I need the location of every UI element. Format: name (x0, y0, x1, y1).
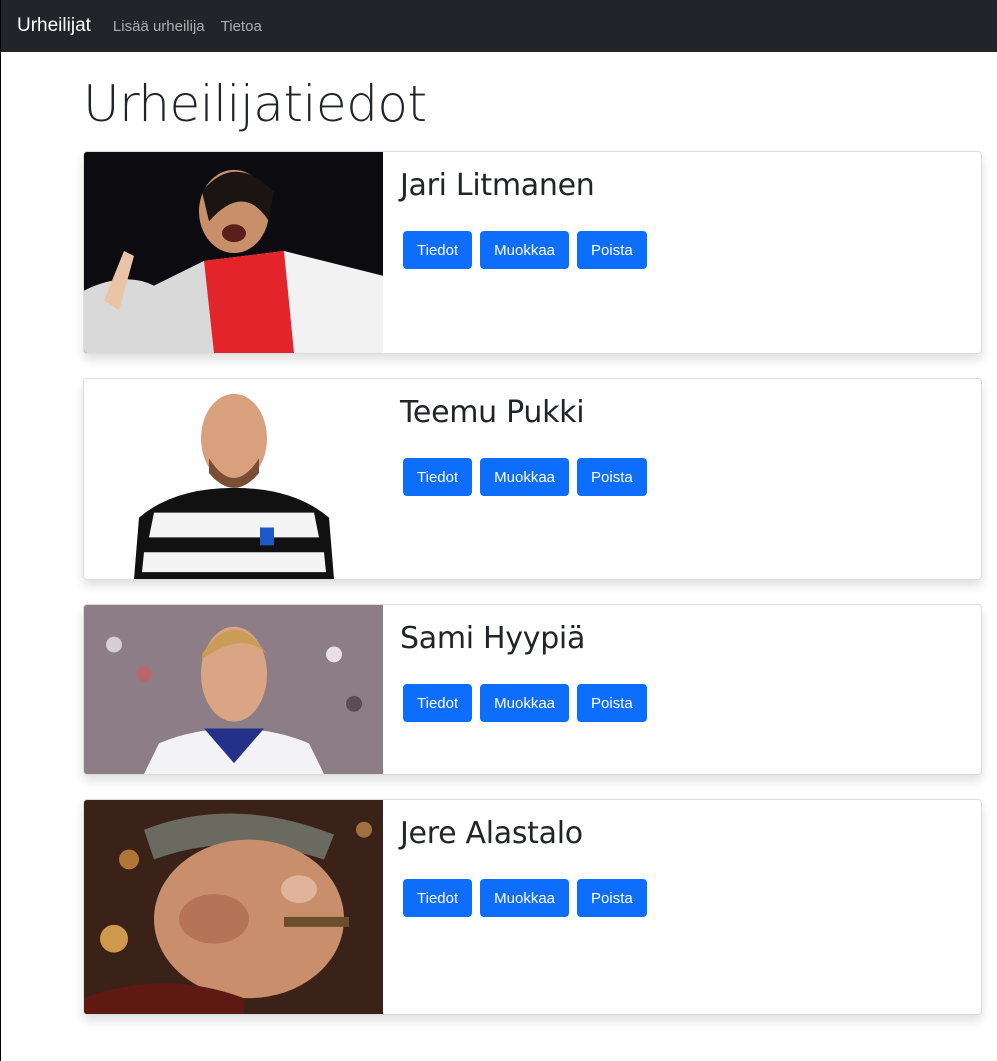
delete-button[interactable]: Poista (577, 684, 647, 722)
delete-button[interactable]: Poista (577, 879, 647, 917)
details-button[interactable]: Tiedot (403, 684, 473, 722)
nav-link-about[interactable]: Tietoa (221, 18, 262, 35)
details-button[interactable]: Tiedot (403, 231, 473, 269)
athlete-photo (84, 605, 383, 774)
athlete-card: Sami Hyypiä Tiedot Muokkaa Poista (83, 604, 982, 775)
athlete-actions: Tiedot Muokkaa Poista (403, 684, 647, 722)
top-navbar: Urheilijat Lisää urheilija Tietoa (1, 0, 997, 52)
edit-button[interactable]: Muokkaa (480, 458, 570, 496)
athlete-actions: Tiedot Muokkaa Poista (403, 458, 647, 496)
edit-button[interactable]: Muokkaa (480, 684, 570, 722)
athlete-card: Jari Litmanen Tiedot Muokkaa Poista (83, 151, 982, 354)
athlete-photo (84, 800, 383, 1014)
details-button[interactable]: Tiedot (403, 879, 473, 917)
delete-button[interactable]: Poista (577, 231, 647, 269)
edit-button[interactable]: Muokkaa (480, 879, 570, 917)
edit-button[interactable]: Muokkaa (480, 231, 570, 269)
athlete-photo (84, 379, 383, 579)
nav-link-add-athlete[interactable]: Lisää urheilija (113, 18, 205, 35)
athlete-photo (84, 152, 383, 353)
details-button[interactable]: Tiedot (403, 458, 473, 496)
athlete-name: Jere Alastalo (400, 816, 583, 851)
athlete-actions: Tiedot Muokkaa Poista (403, 879, 647, 917)
athlete-actions: Tiedot Muokkaa Poista (403, 231, 647, 269)
athlete-name: Jari Litmanen (400, 168, 595, 203)
page-title: Urheilijatiedot (83, 75, 427, 133)
page: Urheilijat Lisää urheilija Tietoa Urheil… (0, 0, 997, 1061)
athlete-card: Teemu Pukki Tiedot Muokkaa Poista (83, 378, 982, 580)
navbar-brand[interactable]: Urheilijat (17, 15, 91, 37)
athlete-name: Teemu Pukki (400, 395, 585, 430)
athlete-name: Sami Hyypiä (400, 621, 586, 656)
delete-button[interactable]: Poista (577, 458, 647, 496)
athlete-card: Jere Alastalo Tiedot Muokkaa Poista (83, 799, 982, 1015)
